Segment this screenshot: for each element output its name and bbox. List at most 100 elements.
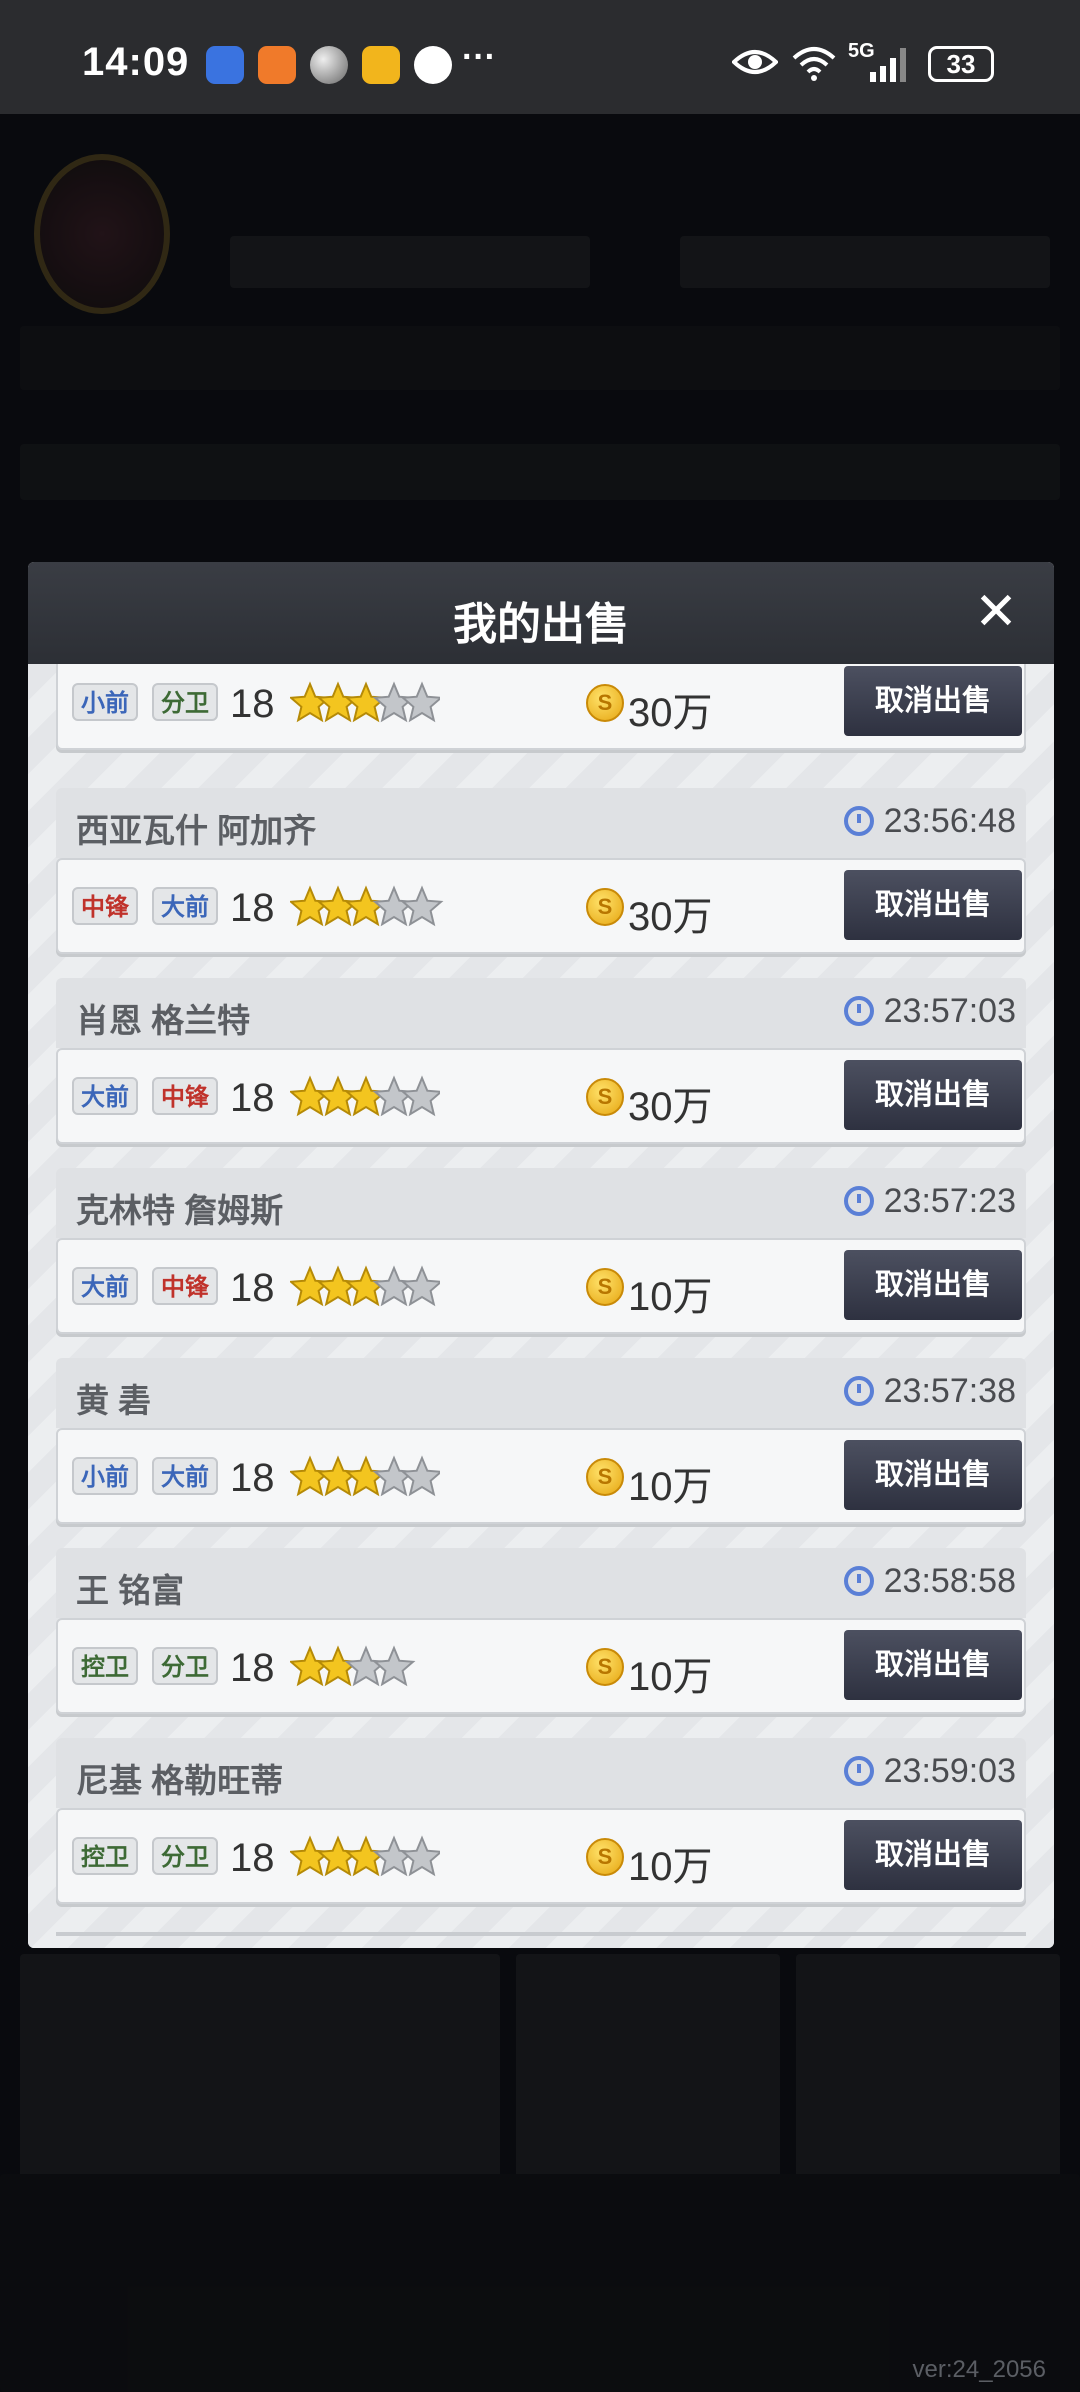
listing-header: 王 铭富 23:58:58 — [56, 1548, 1026, 1618]
coin-icon: S — [586, 684, 624, 722]
player-name: 黄 砉 — [76, 1382, 152, 1419]
chat-app-icon — [414, 46, 452, 84]
more-notifications: ··· — [462, 38, 496, 76]
position-tag: 大前 — [72, 1267, 138, 1305]
wifi-icon — [792, 47, 836, 81]
star-empty-icon — [400, 1075, 440, 1117]
position-tag: 分卫 — [152, 683, 218, 721]
stopwatch-icon — [843, 996, 874, 1026]
star-rating — [290, 681, 440, 723]
cancel-sale-button[interactable]: 取消出售 — [844, 870, 1022, 940]
timer-value: 23:59:03 — [883, 1752, 1016, 1790]
coin-icon: S — [586, 888, 624, 926]
listing-header: 黄 砉 23:57:38 — [56, 1358, 1026, 1428]
my-sales-dialog: 我的出售 ✕ 小前 分卫 18 S 30万 取消出售 西亚瓦什 阿加齐 23:5… — [28, 562, 1054, 1948]
player-level: 18 — [230, 682, 275, 726]
player-level: 18 — [230, 1646, 275, 1690]
stopwatch-icon — [843, 806, 874, 836]
price: 30万 — [628, 691, 713, 735]
position-tag: 中锋 — [152, 1267, 218, 1305]
list-item: 尼基 格勒旺蒂 23:59:03 控卫 分卫 18 S 10万 取消出售 — [56, 1738, 1026, 1918]
cancel-sale-button[interactable]: 取消出售 — [844, 1630, 1022, 1700]
star-empty-icon — [400, 1455, 440, 1497]
listing-row: 大前 中锋 18 S 10万 取消出售 — [56, 1238, 1026, 1334]
player-name: 肖恩 格兰特 — [76, 1002, 251, 1039]
position-tag: 控卫 — [72, 1647, 138, 1685]
timer-value: 23:57:03 — [883, 992, 1016, 1030]
coin-icon: S — [586, 1458, 624, 1496]
player-level: 18 — [230, 886, 275, 930]
cancel-sale-button[interactable]: 取消出售 — [844, 1250, 1022, 1320]
listing-row: 中锋 大前 18 S 30万 取消出售 — [56, 858, 1026, 954]
position-tag: 大前 — [72, 1077, 138, 1115]
brave-app-icon — [258, 46, 296, 84]
sales-list[interactable]: 小前 分卫 18 S 30万 取消出售 西亚瓦什 阿加齐 23:56:48 中锋… — [28, 664, 1054, 1948]
timer-value: 23:56:48 — [883, 802, 1016, 840]
cancel-sale-button[interactable]: 取消出售 — [844, 1440, 1022, 1510]
player-name: 克林特 詹姆斯 — [76, 1192, 284, 1229]
sale-timer: 23:57:03 — [843, 992, 1016, 1031]
star-empty-icon — [400, 885, 444, 927]
position-tag: 分卫 — [152, 1837, 218, 1875]
list-end-divider — [56, 1932, 1026, 1936]
cancel-sale-button[interactable]: 取消出售 — [844, 1820, 1022, 1890]
star-empty-icon — [400, 681, 440, 723]
dialog-header: 我的出售 ✕ — [28, 562, 1054, 664]
coin-icon: S — [586, 1078, 624, 1116]
star-rating — [290, 1075, 440, 1117]
price: 10万 — [628, 1845, 713, 1889]
sale-timer: 23:56:48 — [843, 802, 1016, 841]
sale-timer: 23:58:58 — [843, 1562, 1016, 1601]
position-tag: 大前 — [152, 887, 218, 925]
listing-row: 控卫 分卫 18 S 10万 取消出售 — [56, 1808, 1026, 1904]
player-name: 王 铭富 — [76, 1572, 185, 1609]
listing-row: 小前 大前 18 S 10万 取消出售 — [56, 1428, 1026, 1524]
list-item: 王 铭富 23:58:58 控卫 分卫 18 S 10万 取消出售 — [56, 1548, 1026, 1728]
coin-icon: S — [586, 1838, 624, 1876]
cancel-sale-button[interactable]: 取消出售 — [844, 666, 1022, 736]
close-icon[interactable]: ✕ — [968, 584, 1024, 640]
stopwatch-icon — [843, 1566, 874, 1596]
cancel-sale-button[interactable]: 取消出售 — [844, 1060, 1022, 1130]
listing-row: 大前 中锋 18 S 30万 取消出售 — [56, 1048, 1026, 1144]
player-name: 西亚瓦什 阿加齐 — [76, 812, 317, 849]
stopwatch-icon — [843, 1376, 874, 1406]
star-rating — [290, 1265, 440, 1307]
sale-timer: 23:57:38 — [843, 1372, 1016, 1411]
mail-app-icon — [362, 46, 400, 84]
position-tag: 大前 — [152, 1457, 218, 1495]
position-tag: 小前 — [72, 1457, 138, 1495]
status-time: 14:09 — [82, 40, 190, 84]
price: 10万 — [628, 1275, 713, 1319]
list-item: 克林特 詹姆斯 23:57:23 大前 中锋 18 S 10万 取消出售 — [56, 1168, 1026, 1348]
signal-icon — [870, 48, 906, 82]
shield-app-icon — [206, 46, 244, 84]
sale-timer: 23:57:23 — [843, 1182, 1016, 1221]
listing-header: 克林特 詹姆斯 23:57:23 — [56, 1168, 1026, 1238]
player-name: 尼基 格勒旺蒂 — [76, 1762, 284, 1799]
position-tag: 小前 — [72, 683, 138, 721]
listing-header: 肖恩 格兰特 23:57:03 — [56, 978, 1026, 1048]
listing-header: 西亚瓦什 阿加齐 23:56:48 — [56, 788, 1026, 858]
battery-level: 33 — [946, 49, 976, 79]
timer-value: 23:57:23 — [883, 1182, 1016, 1220]
coin-icon: S — [586, 1268, 624, 1306]
status-bar: 14:09 ··· 5G 33 — [0, 0, 1080, 114]
dialog-title: 我的出售 — [453, 600, 629, 649]
star-rating — [290, 1455, 440, 1497]
price: 30万 — [628, 1085, 713, 1129]
listing-row: 控卫 分卫 18 S 10万 取消出售 — [56, 1618, 1026, 1714]
price: 10万 — [628, 1655, 713, 1699]
version-label: ver:24_2056 — [912, 2356, 1046, 2383]
position-tag: 中锋 — [152, 1077, 218, 1115]
price: 30万 — [628, 895, 713, 939]
timer-value: 23:58:58 — [883, 1562, 1016, 1600]
star-empty-icon — [400, 1835, 440, 1877]
coin-icon: S — [586, 1648, 624, 1686]
listing-row: 小前 分卫 18 S 30万 取消出售 — [56, 664, 1026, 750]
player-level: 18 — [230, 1076, 275, 1120]
player-level: 18 — [230, 1456, 275, 1500]
list-item: 小前 分卫 18 S 30万 取消出售 — [56, 664, 1026, 764]
timer-value: 23:57:38 — [883, 1372, 1016, 1410]
star-empty-icon — [372, 1645, 416, 1687]
